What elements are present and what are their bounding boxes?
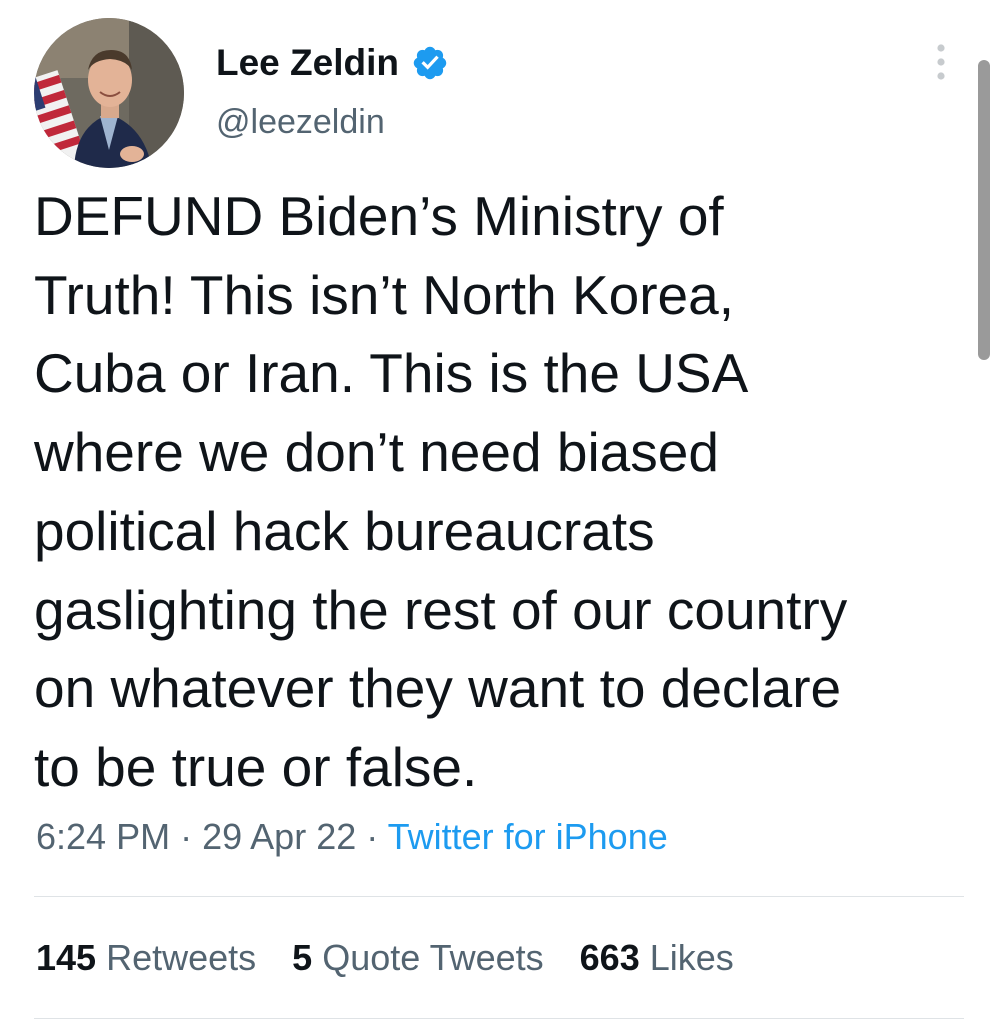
quote-tweets-label: Quote Tweets xyxy=(322,937,544,978)
quote-tweets-stat[interactable]: 5 Quote Tweets xyxy=(292,934,544,982)
tweet-metadata: 6:24 PM · 29 Apr 22 · Twitter for iPhone xyxy=(36,812,668,862)
tweet-detail: Lee Zeldin @leezeldin DEFUND Biden’s Min… xyxy=(0,0,998,1024)
meta-separator: · xyxy=(180,816,193,857)
retweets-label: Retweets xyxy=(106,937,257,978)
tweet-source-link[interactable]: Twitter for iPhone xyxy=(388,816,668,857)
tweet-text-line: where we don’t need biased xyxy=(34,421,719,484)
profile-photo xyxy=(34,18,184,168)
tweet-text-line: political hack bureaucrats xyxy=(34,499,655,562)
retweets-count: 145 xyxy=(36,937,97,978)
tweet-date[interactable]: 29 Apr 22 xyxy=(202,816,356,857)
author-handle[interactable]: @leezeldin xyxy=(216,100,385,144)
tweet-text-line: on whatever they want to declare xyxy=(34,657,842,720)
more-dots-icon xyxy=(937,44,945,80)
tweet-text-line: gaslighting the rest of our country xyxy=(34,578,848,641)
scrollbar-thumb[interactable] xyxy=(978,60,990,360)
engagement-stats: 145 Retweets 5 Quote Tweets 663 Likes xyxy=(36,934,734,982)
author-name-row: Lee Zeldin xyxy=(216,40,449,86)
more-options-button[interactable] xyxy=(926,40,956,84)
avatar[interactable] xyxy=(34,18,184,168)
tweet-text-line: Cuba or Iran. This is the USA xyxy=(34,342,749,405)
tweet-text-line: Truth! This isn’t North Korea, xyxy=(34,263,734,326)
divider xyxy=(34,896,964,897)
meta-separator: · xyxy=(366,816,379,857)
quote-tweets-count: 5 xyxy=(292,937,313,978)
likes-label: Likes xyxy=(649,937,734,978)
likes-count: 663 xyxy=(579,937,640,978)
tweet-text-line: DEFUND Biden’s Ministry of xyxy=(34,185,724,247)
divider xyxy=(34,1018,964,1019)
tweet-text-line: to be true or false. xyxy=(34,735,478,798)
author-display-name[interactable]: Lee Zeldin xyxy=(216,40,399,86)
tweet-time[interactable]: 6:24 PM xyxy=(36,816,170,857)
verified-badge-icon xyxy=(411,44,449,82)
likes-stat[interactable]: 663 Likes xyxy=(580,934,734,982)
tweet-text: DEFUND Biden’s Ministry of Truth! This i… xyxy=(34,177,964,807)
retweets-stat[interactable]: 145 Retweets xyxy=(36,934,256,982)
